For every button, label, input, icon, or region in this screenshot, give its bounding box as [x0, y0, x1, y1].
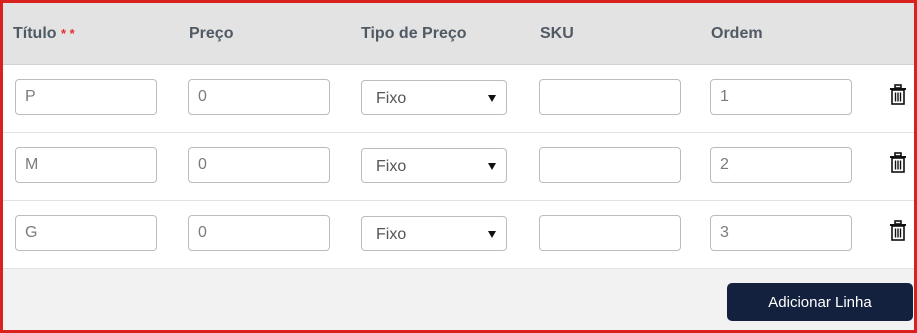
column-header-titulo: Título * *	[13, 24, 75, 44]
tipo-de-preco-select[interactable]: Fixo	[361, 80, 507, 115]
table-row: Fixo	[3, 133, 914, 201]
column-header-titulo-label: Título	[13, 25, 57, 42]
table-row: Fixo	[3, 201, 914, 269]
trash-icon[interactable]	[889, 152, 907, 174]
preco-input[interactable]	[188, 215, 330, 251]
ordem-input[interactable]	[710, 147, 852, 183]
ordem-input[interactable]	[710, 215, 852, 251]
chevron-down-icon	[488, 95, 496, 102]
sku-input[interactable]	[539, 147, 681, 183]
tipo-de-preco-select[interactable]: Fixo	[361, 148, 507, 183]
add-row-button[interactable]: Adicionar Linha	[727, 283, 913, 321]
trash-icon[interactable]	[889, 220, 907, 242]
column-header-preco: Preço	[189, 25, 234, 42]
trash-icon[interactable]	[889, 84, 907, 106]
sku-input[interactable]	[539, 79, 681, 115]
preco-input[interactable]	[188, 79, 330, 115]
preco-input[interactable]	[188, 147, 330, 183]
sku-input[interactable]	[539, 215, 681, 251]
table-footer: Adicionar Linha	[3, 269, 914, 330]
chevron-down-icon	[488, 231, 496, 238]
titulo-input[interactable]	[15, 215, 157, 251]
column-header-ordem: Ordem	[711, 25, 763, 42]
titulo-input[interactable]	[15, 147, 157, 183]
tipo-de-preco-value: Fixo	[376, 90, 407, 107]
ordem-input[interactable]	[710, 79, 852, 115]
column-header-tipo-de-preco: Tipo de Preço	[361, 25, 467, 42]
tipo-de-preco-select[interactable]: Fixo	[361, 216, 507, 251]
chevron-down-icon	[488, 163, 496, 170]
variations-panel: Título * * Preço Tipo de Preço SKU Ordem…	[0, 0, 917, 333]
tipo-de-preco-value: Fixo	[376, 158, 407, 175]
column-header-sku: SKU	[540, 25, 574, 42]
titulo-input[interactable]	[15, 79, 157, 115]
required-marker: * *	[61, 26, 75, 41]
table-header: Título * * Preço Tipo de Preço SKU Ordem	[3, 3, 914, 65]
table-row: Fixo	[3, 65, 914, 133]
tipo-de-preco-value: Fixo	[376, 226, 407, 243]
